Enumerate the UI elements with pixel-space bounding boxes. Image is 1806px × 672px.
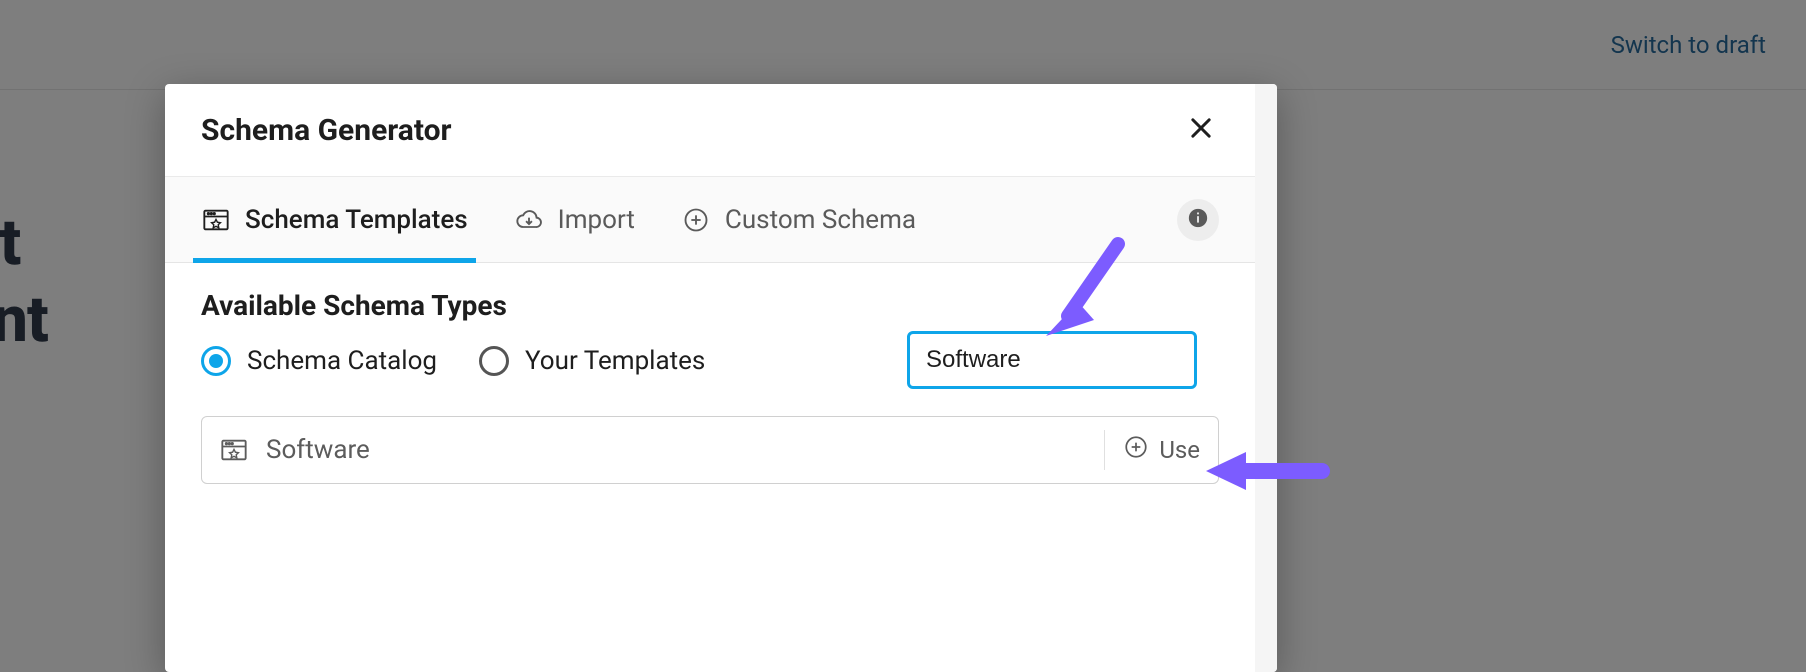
radio-schema-catalog-label: Schema Catalog — [247, 346, 437, 376]
close-icon — [1187, 114, 1215, 146]
section-title: Available Schema Types — [201, 289, 1219, 322]
plus-circle-icon — [1123, 434, 1149, 466]
window-star-icon — [220, 436, 248, 464]
window-star-icon — [201, 205, 231, 235]
radio-your-templates-label: Your Templates — [525, 346, 705, 376]
modal-tabs: Schema Templates Import — [165, 177, 1255, 263]
app-backdrop: Switch to draft onvert 2-Mont t sure if … — [0, 0, 1806, 672]
modal-scrollbar[interactable] — [1255, 84, 1277, 672]
use-button[interactable]: Use — [1104, 430, 1200, 470]
tab-custom-schema-label: Custom Schema — [725, 205, 916, 235]
info-icon — [1187, 207, 1209, 233]
schema-generator-modal: Schema Generator — [165, 84, 1277, 672]
modal-title: Schema Generator — [201, 113, 452, 148]
tab-import-label: Import — [558, 205, 635, 235]
schema-search-input[interactable] — [907, 331, 1197, 389]
use-button-label: Use — [1159, 436, 1200, 464]
modal-header: Schema Generator — [165, 84, 1255, 177]
close-button[interactable] — [1183, 112, 1219, 148]
radio-schema-catalog[interactable]: Schema Catalog — [201, 346, 437, 376]
tab-schema-templates-label: Schema Templates — [245, 205, 468, 235]
radio-icon — [479, 346, 509, 376]
modal-content: Schema Generator — [165, 84, 1255, 672]
tab-schema-templates[interactable]: Schema Templates — [201, 177, 468, 262]
radio-your-templates[interactable]: Your Templates — [479, 346, 705, 376]
schema-result-row: Software Use — [201, 416, 1219, 484]
plus-circle-icon — [681, 205, 711, 235]
schema-search-wrap — [907, 331, 1197, 389]
schema-result-label: Software — [266, 435, 1086, 465]
cloud-download-icon — [514, 205, 544, 235]
tab-custom-schema[interactable]: Custom Schema — [681, 177, 916, 262]
info-button[interactable] — [1177, 199, 1219, 241]
tab-import[interactable]: Import — [514, 177, 635, 262]
radio-icon — [201, 346, 231, 376]
